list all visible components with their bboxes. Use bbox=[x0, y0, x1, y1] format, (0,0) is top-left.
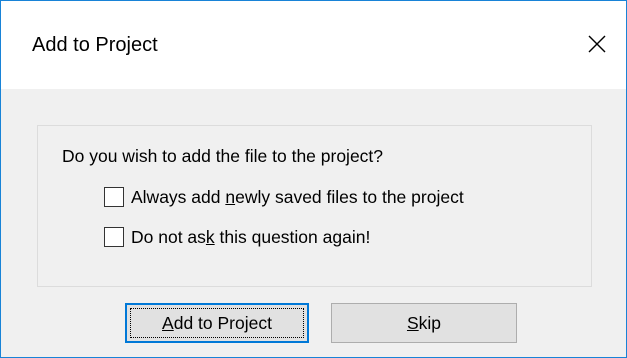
skip-label: Skip bbox=[406, 312, 442, 333]
add-to-project-button[interactable]: Add to Project bbox=[125, 303, 309, 343]
close-icon bbox=[588, 35, 606, 53]
close-button[interactable] bbox=[568, 15, 626, 73]
question-text: Do you wish to add the file to the proje… bbox=[62, 146, 384, 166]
do-not-ask-label: Do not ask this question again! bbox=[131, 227, 371, 247]
do-not-ask-checkbox-row[interactable]: Do not ask this question again! bbox=[104, 225, 370, 249]
dialog-title: Add to Project bbox=[32, 34, 158, 56]
always-add-checkbox-row[interactable]: Always add newly saved files to the proj… bbox=[104, 185, 464, 209]
always-add-checkbox[interactable] bbox=[104, 187, 124, 207]
do-not-ask-checkbox[interactable] bbox=[104, 227, 124, 247]
focus-rectangle bbox=[130, 308, 304, 338]
skip-button[interactable]: Skip bbox=[331, 303, 517, 343]
title-bar[interactable]: Add to Project bbox=[1, 1, 626, 89]
options-group: Do you wish to add the file to the proje… bbox=[37, 125, 592, 287]
always-add-label: Always add newly saved files to the proj… bbox=[131, 187, 464, 207]
dialog-window: Add to Project Do you wish to add the fi… bbox=[0, 0, 627, 358]
